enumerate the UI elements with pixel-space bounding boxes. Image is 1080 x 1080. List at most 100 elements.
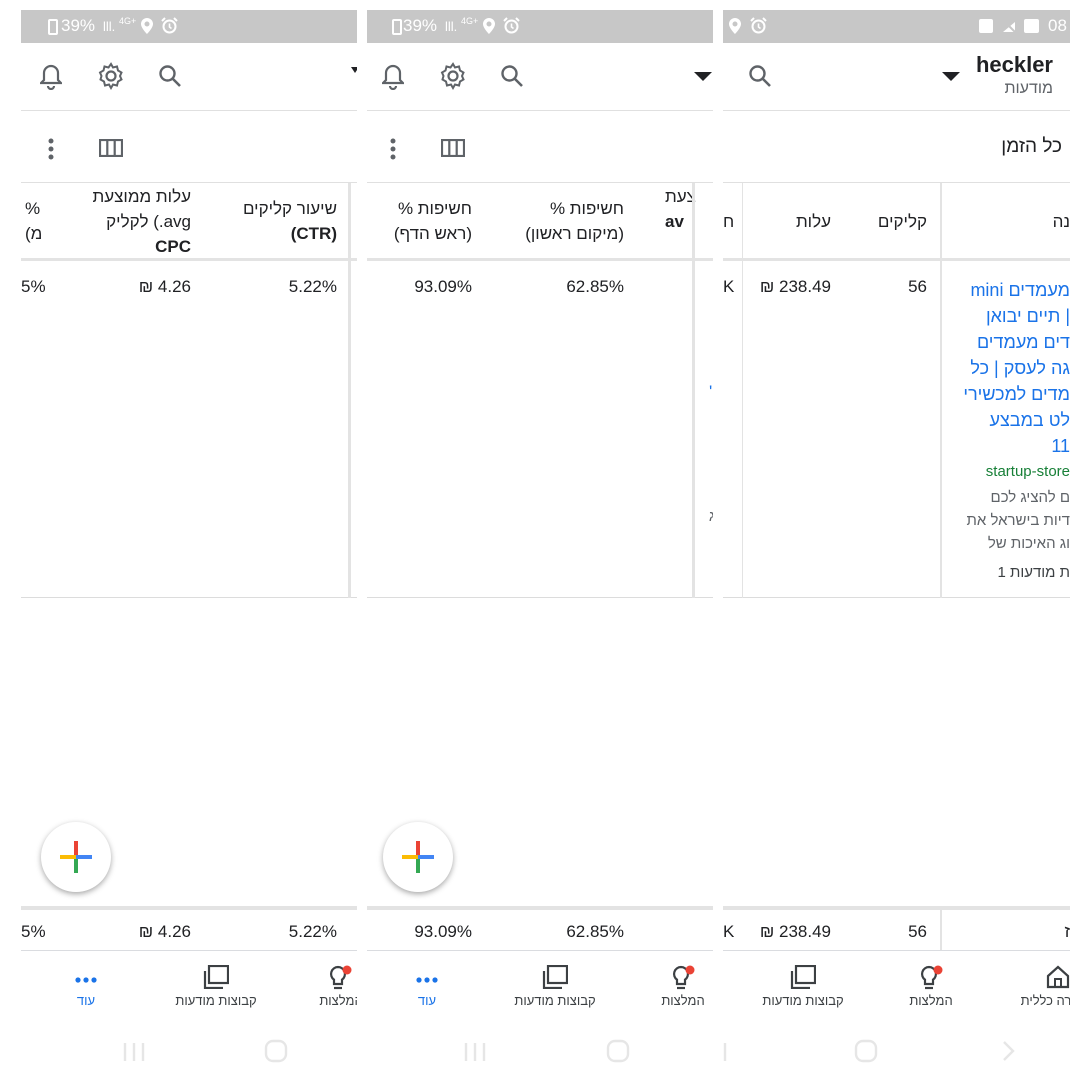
search-icon[interactable] <box>158 64 182 88</box>
ad-display-url: startup-store <box>985 463 1070 480</box>
more-options-icon[interactable] <box>48 138 54 160</box>
more-options-icon[interactable] <box>390 138 396 160</box>
add-fab-button[interactable] <box>383 822 453 892</box>
add-fab-button[interactable] <box>41 822 111 892</box>
ad-group-name[interactable]: ת מודעות 1 <box>997 564 1070 581</box>
status-bar: 39% lll. 4G+ <box>21 10 357 43</box>
nav-recommendations-label: המלצות <box>909 993 953 1008</box>
table-row: 5.22% ₪ 4.26 5% <box>21 261 357 598</box>
back-icon[interactable] <box>1001 1040 1015 1062</box>
bottom-navigation: עוד קבוצות מודעות המלצות <box>367 950 713 1030</box>
nav-recommendations[interactable]: המלצות <box>901 951 961 1031</box>
clock-partial: 08 <box>1048 16 1067 35</box>
nav-overview[interactable]: רה כללית <box>1018 951 1070 1031</box>
screen-panel-1: 39% lll. 4G+ שיעור קליקים (CTR) עלות ממו… <box>21 10 357 1080</box>
column-divider <box>348 183 351 598</box>
cell-avg-cpc: ₪ 4.26 <box>138 277 191 296</box>
total-ctr: 5.22% <box>288 922 337 941</box>
cell-clicks: 56 <box>908 277 927 296</box>
total-partial: K <box>723 922 735 941</box>
no-signal-icon <box>1000 17 1018 35</box>
total-top: 62.85% <box>566 922 624 941</box>
column-header-cost[interactable]: עלות <box>796 209 831 234</box>
columns-icon[interactable] <box>99 139 123 157</box>
recent-apps-icon[interactable] <box>123 1042 145 1062</box>
search-icon[interactable] <box>748 64 772 88</box>
nav-ad-groups-label: קבוצות מודעות <box>762 993 844 1008</box>
column-header-top[interactable]: % חשיפות (מיקום ראשון) <box>525 196 624 246</box>
nav-recommendations-label: המלצות <box>661 993 705 1008</box>
table-header: שיעור קליקים (CTR) עלות ממוצעת לקליק (.avg… <box>21 183 357 261</box>
nav-more[interactable]: עוד <box>51 951 121 1031</box>
location-icon <box>141 18 153 34</box>
nav-ad-groups[interactable]: קבוצות מודעות <box>171 951 261 1031</box>
settings-gear-icon[interactable] <box>97 62 125 90</box>
battery-icon <box>48 19 58 35</box>
date-range-selector[interactable]: כל הזמן <box>1001 136 1062 158</box>
home-button-icon[interactable] <box>854 1039 878 1063</box>
ad-text-partial: ' <box>709 382 713 401</box>
checkbox-notification-icon <box>979 19 993 33</box>
table-toolbar: כל הזמן <box>723 111 1070 183</box>
account-dropdown-arrow[interactable] <box>942 72 960 81</box>
column-header-abs-top[interactable]: % חשיפות (ראש הדף) <box>394 196 472 246</box>
account-dropdown-arrow[interactable] <box>694 72 712 81</box>
signal-icon: lll. <box>445 19 458 34</box>
notifications-bell-icon[interactable] <box>382 64 404 90</box>
account-dropdown-arrow-partial[interactable] <box>351 67 357 73</box>
nav-recommendations[interactable]: המלצות <box>652 951 712 1031</box>
nav-ad-groups-label: קבוצות מודעות <box>175 993 257 1008</box>
column-header-clicks[interactable]: קליקים <box>878 209 927 234</box>
bottom-navigation: קבוצות מודעות המלצות רה כללית <box>723 950 1070 1030</box>
column-header-ctr[interactable]: שיעור קליקים (CTR) <box>243 196 337 246</box>
cell-partial: K <box>723 277 735 296</box>
totals-row: 93.09% 62.85% <box>367 906 713 950</box>
battery-percent: 39% <box>403 16 438 35</box>
account-selector[interactable]: heckler מודעות <box>976 52 1053 98</box>
nav-ad-groups[interactable]: קבוצות מודעות <box>510 951 600 1031</box>
network-type: 4G+ <box>461 16 479 26</box>
nav-recommendations-label: המלצות <box>319 993 357 1008</box>
table-toolbar <box>21 111 357 183</box>
home-button-icon[interactable] <box>264 1039 288 1063</box>
network-type: 4G+ <box>119 16 137 26</box>
totals-row: 5.22% ₪ 4.26 5% <box>21 906 357 950</box>
column-header-avg-cpc[interactable]: עלות ממוצעת לקליק (.avg CPC <box>93 184 191 259</box>
recent-apps-icon[interactable] <box>723 1042 733 1062</box>
nav-recommendations[interactable]: המלצות <box>311 951 357 1031</box>
screen-panel-2: 39% lll. 4G+ % חשיפות (ראש הדף) % חשיפות… <box>367 10 713 1080</box>
lightbulb-icon <box>919 965 943 991</box>
table-header: ח עלות קליקים נה <box>723 183 1070 261</box>
more-dots-icon <box>416 977 438 983</box>
account-subtitle: מודעות <box>1004 80 1053 97</box>
table-header: % חשיפות (ראש הדף) % חשיפות (מיקום ראשון) … <box>367 183 713 261</box>
ad-groups-icon <box>790 965 816 989</box>
table-row: 93.09% 62.85% ' ג <box>367 261 713 598</box>
alarm-icon <box>750 17 767 34</box>
table-toolbar <box>367 111 713 183</box>
recent-apps-icon[interactable] <box>464 1042 486 1062</box>
settings-gear-icon[interactable] <box>439 62 467 90</box>
column-header-ad[interactable]: נה <box>1053 209 1070 234</box>
search-icon[interactable] <box>500 64 524 88</box>
nav-ad-groups[interactable]: קבוצות מודעות <box>758 951 848 1031</box>
column-header-partial[interactable]: % (מ <box>25 196 42 246</box>
status-bar: 39% lll. 4G+ <box>367 10 713 43</box>
nav-more-label: עוד <box>76 993 96 1008</box>
column-divider <box>940 183 942 598</box>
nav-ad-groups-label: קבוצות מודעות <box>514 993 596 1008</box>
cell-partial: 5% <box>21 277 46 296</box>
cell-cost: ₪ 238.49 <box>759 277 831 296</box>
table-row: K ₪ 238.49 56 mini מעמדים תיים יבואן | ד… <box>723 261 1070 598</box>
column-header-partial[interactable]: ח <box>723 209 734 234</box>
total-label-partial: ז <box>1064 922 1071 941</box>
home-button-icon[interactable] <box>606 1039 630 1063</box>
account-name: heckler <box>975 52 1053 77</box>
nav-more[interactable]: עוד <box>392 951 462 1031</box>
system-navigation-bar <box>21 1030 357 1080</box>
columns-icon[interactable] <box>441 139 465 157</box>
column-divider-left <box>742 183 743 598</box>
alarm-icon <box>503 17 520 34</box>
notifications-bell-icon[interactable] <box>40 64 62 90</box>
ad-headline-link[interactable]: mini מעמדים תיים יבואן | דים מעמדים גה ל… <box>963 277 1070 459</box>
